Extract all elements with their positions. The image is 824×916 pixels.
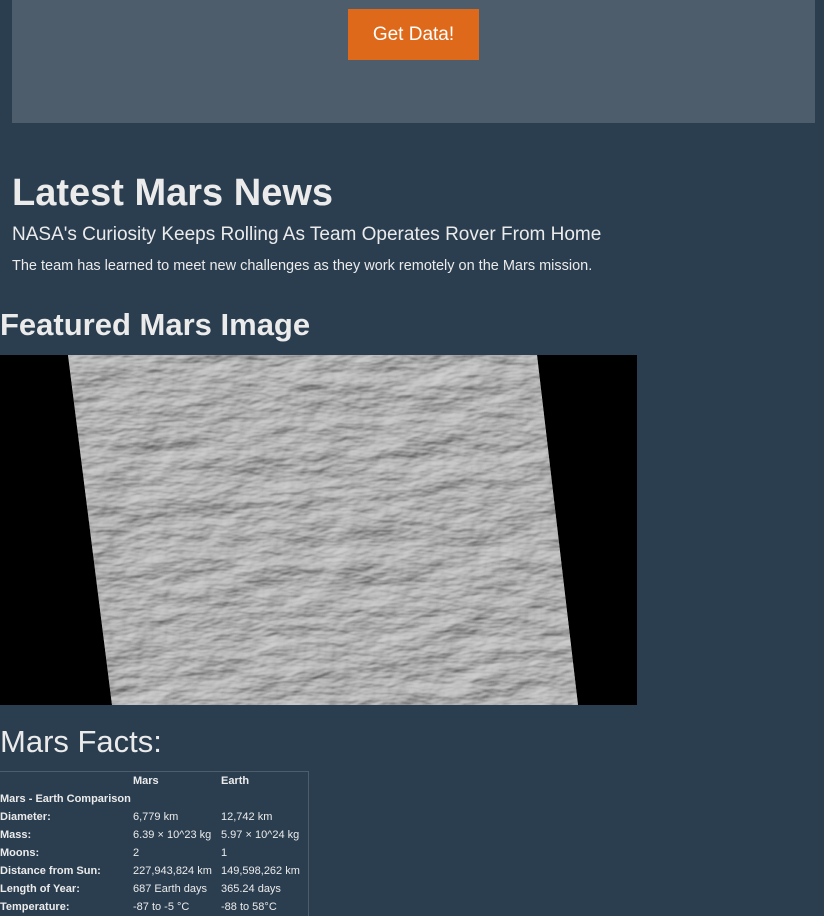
- earth-value: 12,742 km: [221, 811, 273, 823]
- mars-value: 6,779 km: [133, 811, 179, 823]
- table-header-cell: Mars: [133, 775, 159, 787]
- news-headline: NASA's Curiosity Keeps Rolling As Team O…: [12, 224, 602, 245]
- row-label: Length of Year:: [0, 883, 80, 895]
- table-header-cell: Earth: [221, 775, 250, 787]
- mars-facts-title: Mars Facts:: [0, 724, 162, 759]
- mars-value: -87 to -5 °C: [133, 901, 190, 913]
- featured-mars-image: [0, 355, 637, 705]
- mars-value: 687 Earth days: [133, 883, 207, 895]
- table-row: Length of Year: 687 Earth days 365.24 da…: [0, 880, 309, 898]
- mars-value: 6.39 × 10^23 kg: [133, 829, 212, 841]
- earth-value: -88 to 58°C: [221, 901, 277, 913]
- table-caption-row: Mars - Earth Comparison: [0, 790, 309, 808]
- row-label: Mass:: [0, 829, 32, 841]
- mars-facts-table: Mars Earth Mars - Earth Comparison Diame…: [0, 771, 309, 916]
- news-section-title: Latest Mars News: [12, 172, 334, 214]
- news-teaser: The team has learned to meet new challen…: [12, 258, 593, 274]
- earth-value: 149,598,262 km: [221, 865, 300, 877]
- earth-value: 365.24 days: [221, 883, 281, 895]
- get-data-button[interactable]: Get Data!: [348, 9, 479, 60]
- table-row: Moons: 2 1: [0, 844, 309, 862]
- mars-value: 227,943,824 km: [133, 865, 212, 877]
- table-row: Distance from Sun: 227,943,824 km 149,59…: [0, 862, 309, 880]
- mars-value: 2: [133, 847, 140, 859]
- jumbotron-header: Get Data!: [12, 0, 815, 123]
- table-row: Diameter: 6,779 km 12,742 km: [0, 808, 309, 826]
- featured-image-title: Featured Mars Image: [0, 307, 311, 342]
- table-header-row: Mars Earth: [0, 772, 309, 791]
- row-label: Temperature:: [0, 901, 70, 913]
- earth-value: 1: [221, 847, 228, 859]
- table-row: Temperature: -87 to -5 °C -88 to 58°C: [0, 898, 309, 916]
- row-label: Distance from Sun:: [0, 865, 101, 877]
- row-label: Moons:: [0, 847, 40, 859]
- row-label: Diameter:: [0, 811, 51, 823]
- table-header-cell: [0, 772, 133, 791]
- table-row: Mass: 6.39 × 10^23 kg 5.97 × 10^24 kg: [0, 826, 309, 844]
- table-caption-cell: Mars - Earth Comparison: [0, 793, 131, 805]
- earth-value: 5.97 × 10^24 kg: [221, 829, 300, 841]
